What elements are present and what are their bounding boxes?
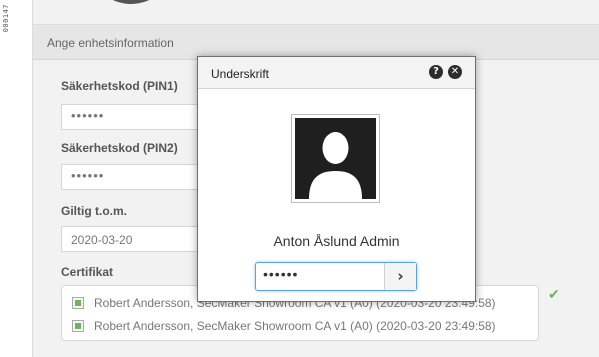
help-icon[interactable]: ? — [429, 65, 443, 79]
submit-button[interactable]: › — [384, 263, 416, 290]
dialog-header: Underskrift ? ✕ — [198, 57, 475, 89]
certificate-label: Certifikat — [61, 265, 114, 279]
pin1-value: •••••• — [71, 108, 105, 123]
pin2-value: •••••• — [71, 168, 105, 183]
page-number: 000147 — [2, 4, 10, 33]
section-header: Ange enhetsinformation — [33, 25, 599, 60]
valid-until-value: 2020-03-20 — [71, 233, 133, 247]
check-icon: ✔ — [548, 286, 560, 302]
certificate-item-text: Robert Andersson, SecMaker Showroom CA v… — [94, 319, 496, 333]
signature-dialog: Underskrift ? ✕ Anton Åslund Admin •••••… — [197, 56, 476, 302]
pin1-label: Säkerhetskod (PIN1) — [61, 79, 178, 93]
pin2-label: Säkerhetskod (PIN2) — [61, 141, 178, 155]
user-silhouette-icon — [295, 118, 376, 199]
close-icon[interactable]: ✕ — [448, 65, 462, 79]
dialog-title: Underskrift — [211, 67, 270, 81]
user-photo — [291, 114, 380, 203]
section-title: Ange enhetsinformation — [47, 36, 174, 50]
certificate-checkbox[interactable] — [72, 320, 84, 332]
valid-until-label: Giltig t.o.m. — [61, 204, 127, 218]
left-gutter: 000147 — [0, 0, 33, 357]
signature-pin-input[interactable]: •••••• — [263, 266, 298, 282]
signature-pin-field: •••••• › — [255, 262, 417, 291]
certificate-checkbox[interactable] — [72, 297, 84, 309]
user-name: Anton Åslund Admin — [273, 233, 400, 249]
